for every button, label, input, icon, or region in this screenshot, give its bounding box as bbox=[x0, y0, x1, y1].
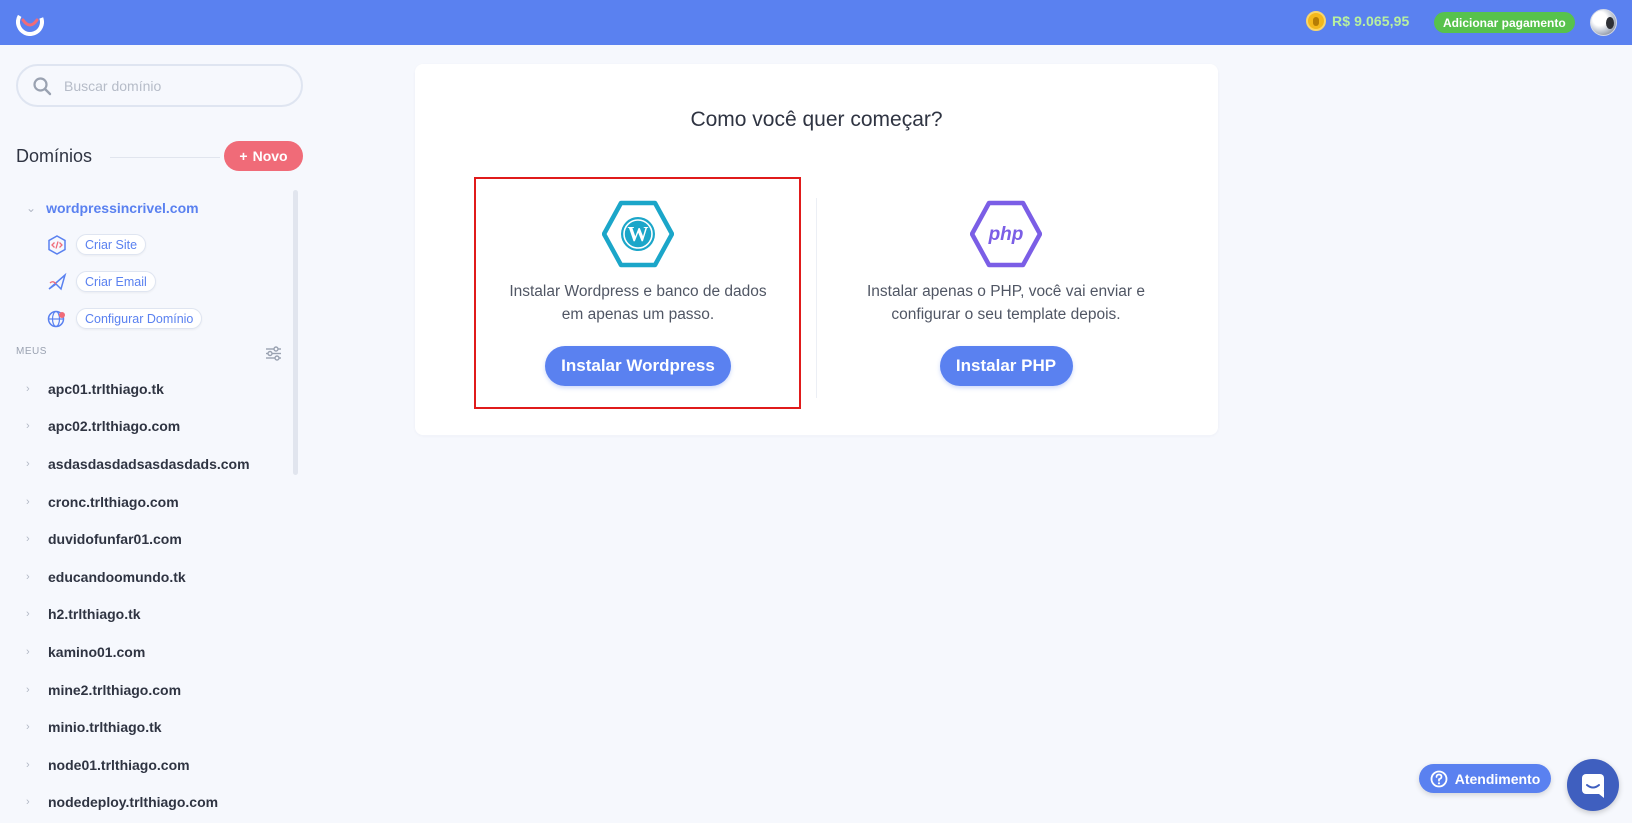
install-wordpress-button[interactable]: Instalar Wordpress bbox=[545, 346, 731, 386]
svg-text:W: W bbox=[628, 222, 649, 246]
domains-header: Domínios + Novo bbox=[16, 141, 303, 171]
list-item[interactable]: › apc01.trlthiago.tk bbox=[26, 370, 291, 408]
chat-icon bbox=[1582, 774, 1604, 798]
new-domain-button[interactable]: + Novo bbox=[224, 141, 303, 171]
chevron-right-icon: › bbox=[26, 608, 30, 621]
chevron-right-icon: › bbox=[26, 457, 30, 470]
create-site-action[interactable]: Criar Site bbox=[47, 234, 147, 255]
list-item[interactable]: › kamino01.com bbox=[26, 633, 291, 671]
domains-title: Domínios bbox=[16, 146, 93, 166]
wordpress-description: Instalar Wordpress e banco de dados em a… bbox=[509, 283, 767, 323]
create-site-button[interactable]: Criar Site bbox=[76, 234, 147, 255]
domain-name: duvidofunfar01.com bbox=[48, 531, 182, 548]
domain-name: kamino01.com bbox=[48, 643, 146, 660]
list-item[interactable]: › minio.trlthiago.tk bbox=[26, 708, 291, 746]
domain-name: cronc.trlthiago.com bbox=[48, 493, 179, 510]
install-php-button[interactable]: Instalar PHP bbox=[939, 346, 1073, 386]
list-item[interactable]: › duvidofunfar01.com bbox=[26, 520, 291, 558]
domain-name: h2.trlthiago.tk bbox=[48, 606, 141, 623]
list-item[interactable]: › asdasdasdadsasdasdads.com bbox=[26, 445, 291, 483]
chevron-right-icon: › bbox=[26, 796, 30, 809]
new-domain-label: Novo bbox=[252, 148, 288, 164]
list-item[interactable]: › apc02.trlthiago.com bbox=[26, 408, 291, 446]
list-item[interactable]: › educandoomundo.tk bbox=[26, 558, 291, 596]
chevron-right-icon: › bbox=[26, 645, 30, 658]
balance: R$ 9.065,95 bbox=[1306, 11, 1409, 31]
list-item[interactable]: › h2.trlthiago.tk bbox=[26, 596, 291, 634]
chevron-right-icon: › bbox=[26, 758, 30, 771]
domain-list: › apc01.trlthiago.tk › apc02.trlthiago.com… bbox=[26, 370, 291, 821]
chevron-right-icon: › bbox=[26, 533, 30, 546]
selected-domain[interactable]: ⌄ wordpressincrivel.com bbox=[26, 200, 199, 216]
create-email-button[interactable]: Criar Email bbox=[76, 271, 156, 292]
search-box bbox=[16, 64, 303, 107]
chevron-right-icon: › bbox=[26, 382, 30, 395]
balance-amount: R$ 9.065,95 bbox=[1332, 13, 1410, 29]
chevron-right-icon: › bbox=[26, 683, 30, 696]
list-item[interactable]: › node01.trlthiago.com bbox=[26, 746, 291, 784]
php-icon: php bbox=[970, 200, 1042, 268]
list-item[interactable]: › nodedeploy.trlthiago.com bbox=[26, 784, 291, 822]
search-input[interactable] bbox=[64, 77, 264, 94]
chat-button[interactable] bbox=[1567, 759, 1619, 811]
coin-icon bbox=[1306, 11, 1326, 31]
php-option: php Instalar apenas o PHP, você vai envi… bbox=[843, 200, 1169, 386]
chevron-right-icon: › bbox=[26, 570, 30, 583]
logo-icon[interactable] bbox=[16, 8, 44, 36]
search-icon bbox=[33, 76, 52, 95]
domain-name: educandoomundo.tk bbox=[48, 568, 186, 585]
php-icon-text: php bbox=[988, 224, 1024, 245]
code-icon bbox=[48, 234, 66, 255]
chevron-right-icon: › bbox=[26, 495, 30, 508]
domain-name: mine2.trlthiago.com bbox=[48, 681, 182, 698]
paper-plane-icon bbox=[48, 272, 67, 290]
domain-name: apc01.trlthiago.tk bbox=[48, 380, 164, 397]
domain-name: apc02.trlthiago.com bbox=[48, 418, 181, 435]
wordpress-option: W Instalar Wordpress e banco de dados em… bbox=[475, 200, 801, 386]
avatar[interactable] bbox=[1590, 9, 1617, 36]
page-title: Como você quer começar? bbox=[690, 108, 943, 131]
configure-domain-button[interactable]: Configurar Domínio bbox=[76, 308, 203, 329]
wordpress-icon: W bbox=[602, 200, 674, 268]
start-options-card: Como você quer começar? W Instalar Wordp… bbox=[415, 64, 1218, 435]
list-item[interactable]: › mine2.trlthiago.com bbox=[26, 671, 291, 709]
top-bar: R$ 9.065,95 Adicionar pagamento bbox=[0, 0, 1632, 45]
domain-name: minio.trlthiago.tk bbox=[48, 719, 162, 736]
divider bbox=[110, 157, 220, 158]
support-button[interactable]: Atendimento bbox=[1419, 764, 1551, 793]
plus-icon: + bbox=[239, 148, 248, 164]
php-description: Instalar apenas o PHP, você vai enviar e… bbox=[866, 283, 1146, 323]
create-email-action[interactable]: Criar Email bbox=[47, 271, 156, 292]
chevron-right-icon: › bbox=[26, 420, 30, 433]
support-label: Atendimento bbox=[1454, 770, 1541, 787]
domain-name: nodedeploy.trlthiago.com bbox=[48, 794, 219, 811]
chevron-right-icon: › bbox=[26, 721, 30, 734]
domain-name: asdasdasdadsasdasdads.com bbox=[48, 455, 250, 472]
chevron-down-icon: ⌄ bbox=[26, 201, 37, 215]
sidebar-scrollbar[interactable] bbox=[293, 190, 298, 475]
domain-name: node01.trlthiago.com bbox=[48, 756, 190, 773]
help-icon bbox=[1430, 770, 1448, 787]
configure-domain-action[interactable]: Configurar Domínio bbox=[47, 308, 203, 329]
globe-pin-icon bbox=[47, 310, 65, 327]
section-label: MEUS bbox=[16, 346, 47, 357]
list-item[interactable]: › cronc.trlthiago.com bbox=[26, 483, 291, 521]
selected-domain-name: wordpressincrivel.com bbox=[46, 200, 199, 216]
add-payment-button[interactable]: Adicionar pagamento bbox=[1434, 12, 1575, 33]
divider bbox=[816, 198, 817, 398]
filter-icon[interactable] bbox=[265, 346, 282, 361]
